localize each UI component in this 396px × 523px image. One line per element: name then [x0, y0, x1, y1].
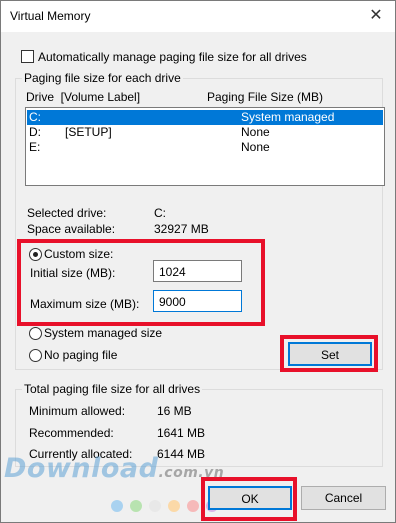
maximum-size-input[interactable]: 9000: [153, 290, 242, 312]
system-managed-label[interactable]: System managed size: [44, 326, 162, 340]
watermark-dot: [149, 500, 161, 512]
system-managed-radio[interactable]: [29, 327, 42, 340]
virtual-memory-dialog: Virtual Memory ✕ Automatically manage pa…: [0, 0, 396, 523]
ok-button[interactable]: OK: [208, 486, 292, 510]
close-icon[interactable]: ✕: [363, 4, 389, 28]
no-paging-radio[interactable]: [29, 349, 42, 362]
watermark-dot: [130, 500, 142, 512]
watermark-dot: [187, 500, 199, 512]
watermark-text: Download: [4, 453, 159, 484]
selected-drive-value: C:: [154, 206, 166, 220]
auto-manage-label[interactable]: Automatically manage paging file size fo…: [38, 50, 307, 64]
selected-drive-label: Selected drive:: [27, 206, 107, 220]
cancel-button[interactable]: Cancel: [301, 486, 386, 510]
space-available-value: 32927 MB: [154, 222, 209, 236]
list-item[interactable]: E: None: [27, 140, 383, 155]
drive-letter: D:: [29, 125, 41, 139]
minimum-allowed-label: Minimum allowed:: [29, 404, 126, 418]
drive-column-header: Drive [Volume Label]: [26, 90, 141, 104]
paging-group-legend: Paging file size for each drive: [22, 71, 183, 85]
maximum-size-label: Maximum size (MB):: [30, 297, 140, 311]
drive-paging-size: None: [241, 125, 270, 139]
recommended-label: Recommended:: [29, 426, 114, 440]
watermark-dot: [111, 500, 123, 512]
no-paging-label[interactable]: No paging file: [44, 348, 117, 362]
size-column-header: Paging File Size (MB): [207, 90, 324, 104]
title-bar: Virtual Memory ✕: [1, 1, 395, 32]
list-item[interactable]: C: System managed: [27, 110, 383, 125]
set-button[interactable]: Set: [288, 342, 372, 366]
drive-letter: C:: [29, 110, 41, 124]
custom-size-radio[interactable]: [29, 248, 42, 261]
total-group-legend: Total paging file size for all drives: [22, 382, 203, 396]
initial-size-input[interactable]: 1024: [153, 260, 242, 282]
initial-size-label: Initial size (MB):: [30, 266, 116, 280]
drive-volume-label: [SETUP]: [65, 125, 112, 139]
watermark-dot: [168, 500, 180, 512]
minimum-allowed-value: 16 MB: [157, 404, 192, 418]
recommended-value: 1641 MB: [157, 426, 206, 440]
drive-paging-size: None: [241, 140, 270, 154]
download-watermark: Download.com.vn: [4, 453, 224, 484]
space-available-label: Space available:: [27, 222, 116, 236]
drive-paging-size: System managed: [241, 110, 335, 124]
drive-letter: E:: [29, 140, 41, 154]
list-item[interactable]: D: [SETUP] None: [27, 125, 383, 140]
window-title: Virtual Memory: [10, 9, 91, 23]
auto-manage-checkbox[interactable]: [21, 50, 34, 63]
custom-size-label[interactable]: Custom size:: [44, 247, 113, 261]
drive-list[interactable]: C: System managed D: [SETUP] None E: Non…: [25, 107, 385, 186]
